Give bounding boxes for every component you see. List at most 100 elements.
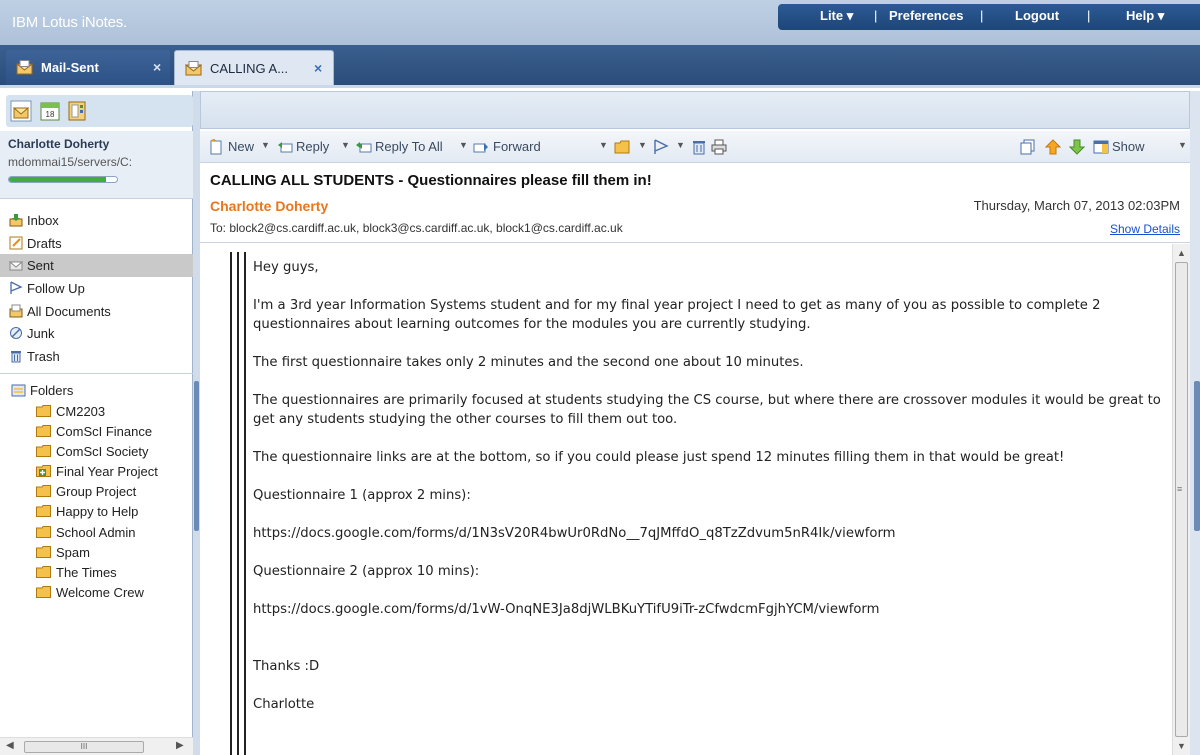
folder-icon <box>36 405 51 417</box>
show-button[interactable]: Show <box>1112 139 1145 154</box>
scroll-down-icon[interactable]: ▼ <box>1177 741 1186 751</box>
chevron-down-icon[interactable]: ▼ <box>676 140 685 150</box>
body-paragraph: Questionnaire 1 (approx 2 mins): <box>253 488 471 503</box>
folder-item[interactable]: The Times <box>0 562 193 582</box>
nav-item-all-documents[interactable]: All Documents <box>0 300 193 323</box>
chevron-down-icon[interactable]: ▼ <box>341 140 350 150</box>
folder-item[interactable]: Final Year Project <box>0 461 193 481</box>
pane-splitter[interactable] <box>193 91 200 755</box>
delete-icon[interactable] <box>691 139 707 155</box>
reply-button[interactable]: Reply <box>296 139 329 154</box>
logout-link[interactable]: Logout <box>1015 8 1059 23</box>
app-switcher: 18 <box>6 95 193 127</box>
menu-separator: | <box>1087 8 1091 23</box>
folder-item[interactable]: CM2203 <box>0 401 193 421</box>
svg-text:18: 18 <box>46 110 55 119</box>
nav-item-follow-up[interactable]: Follow Up <box>0 277 193 300</box>
drafts-icon <box>9 236 23 250</box>
nav-item-sent[interactable]: Sent <box>0 254 193 278</box>
mail-nav: Inbox Drafts Sent Follow Up All Document… <box>0 209 193 368</box>
show-details-link[interactable]: Show Details <box>1110 222 1180 236</box>
mail-icon[interactable] <box>10 100 32 122</box>
user-server: mdommai15/servers/C: <box>8 155 133 169</box>
scroll-up-icon[interactable]: ▲ <box>1177 248 1186 258</box>
show-icon <box>1093 140 1109 154</box>
scroll-thumb[interactable]: III <box>24 741 144 753</box>
horizontal-scrollbar[interactable]: ◀ III ▶ <box>0 737 193 755</box>
close-icon[interactable]: × <box>153 59 161 75</box>
inbox-icon <box>9 214 23 227</box>
chevron-down-icon[interactable]: ▼ <box>1178 140 1187 150</box>
folder-icon <box>36 485 51 498</box>
body-paragraph: I'm a 3rd year Information Systems stude… <box>253 298 1101 332</box>
chevron-down-icon[interactable]: ▼ <box>459 140 468 150</box>
folder-item[interactable]: Welcome Crew <box>0 582 193 602</box>
splitter-handle[interactable] <box>194 381 199 531</box>
tab-message[interactable]: CALLING A... × <box>174 50 334 85</box>
scroll-thumb[interactable] <box>1175 262 1188 737</box>
message-sender[interactable]: Charlotte Doherty <box>210 198 328 214</box>
folder-item[interactable]: Happy to Help <box>0 501 193 521</box>
action-bar <box>200 91 1190 129</box>
tab-mail-sent[interactable]: Mail-Sent × <box>6 50 170 85</box>
tab-label: Mail-Sent <box>41 60 99 75</box>
scroll-grip-icon: ≡ <box>1177 484 1183 494</box>
mail-icon <box>16 60 33 75</box>
message-toolbar: New ▼ Reply ▼ Reply To All ▼ Forward ▼ ▼… <box>200 131 1190 163</box>
nav-item-inbox[interactable]: Inbox <box>0 209 193 232</box>
app-brand: IBM Lotus iNotes. <box>12 14 127 31</box>
folder-plus-icon <box>36 465 51 478</box>
folders-header[interactable]: Folders <box>0 380 193 401</box>
close-icon[interactable]: × <box>314 60 322 76</box>
nav-item-junk[interactable]: Junk <box>0 322 193 345</box>
body-paragraph: The questionnaires are primarily focused… <box>253 393 1161 427</box>
folder-item[interactable]: ComScI Society <box>0 441 193 461</box>
divider <box>0 373 193 374</box>
nav-item-drafts[interactable]: Drafts <box>0 232 193 255</box>
lite-menu[interactable]: Lite ▾ <box>820 8 853 24</box>
questionnaire-link[interactable]: https://docs.google.com/forms/d/1vW-OnqN… <box>253 600 1163 619</box>
arrow-down-icon[interactable] <box>1069 139 1085 155</box>
chevron-down-icon[interactable]: ▼ <box>638 140 647 150</box>
help-menu[interactable]: Help ▾ <box>1126 8 1164 24</box>
folder-item[interactable]: Group Project <box>0 481 193 501</box>
arrow-up-icon[interactable] <box>1045 139 1061 155</box>
folder-item[interactable]: ComScI Finance <box>0 421 193 441</box>
scroll-right-icon[interactable]: ▶ <box>176 740 184 751</box>
questionnaire-link[interactable]: https://docs.google.com/forms/d/1N3sV20R… <box>253 524 1163 543</box>
folder-icon <box>36 525 51 538</box>
folder-icon[interactable] <box>614 139 630 155</box>
reply-all-button[interactable]: Reply To All <box>375 139 443 154</box>
mail-icon <box>185 61 202 76</box>
flag-icon <box>10 281 23 295</box>
trash-icon <box>11 351 21 363</box>
contacts-icon[interactable] <box>66 100 88 122</box>
folder-icon <box>36 505 51 518</box>
scroll-left-icon[interactable]: ◀ <box>6 740 14 751</box>
preferences-link[interactable]: Preferences <box>889 8 963 23</box>
folder-icon <box>36 425 51 438</box>
chevron-down-icon[interactable]: ▼ <box>599 140 608 150</box>
folder-item[interactable]: School Admin <box>0 522 193 542</box>
splitter-handle[interactable] <box>1194 381 1200 531</box>
copy-window-icon[interactable] <box>1020 139 1036 155</box>
tab-bar: Mail-Sent × CALLING A... × <box>0 45 1200 88</box>
message-date: Thursday, March 07, 2013 02:03PM <box>973 198 1180 213</box>
print-icon[interactable] <box>711 139 727 155</box>
calendar-icon[interactable]: 18 <box>39 100 61 122</box>
forward-button[interactable]: Forward <box>493 139 541 154</box>
all-documents-icon <box>9 304 23 318</box>
vertical-scrollbar[interactable]: ▲ ≡ ▼ <box>1172 244 1190 755</box>
message-header: CALLING ALL STUDENTS - Questionnaires pl… <box>200 163 1190 243</box>
reply-icon <box>278 142 293 153</box>
quote-bar <box>237 252 239 755</box>
user-name: Charlotte Doherty <box>8 137 110 151</box>
nav-item-trash[interactable]: Trash <box>0 345 193 368</box>
new-button[interactable]: New <box>228 139 254 154</box>
folder-item[interactable]: Spam <box>0 542 193 562</box>
flag-icon[interactable] <box>653 139 669 155</box>
right-edge-splitter[interactable] <box>1190 91 1200 755</box>
chevron-down-icon[interactable]: ▼ <box>261 140 270 150</box>
folders-icon <box>11 384 26 397</box>
body-paragraph: Questionnaire 2 (approx 10 mins): <box>253 564 480 579</box>
